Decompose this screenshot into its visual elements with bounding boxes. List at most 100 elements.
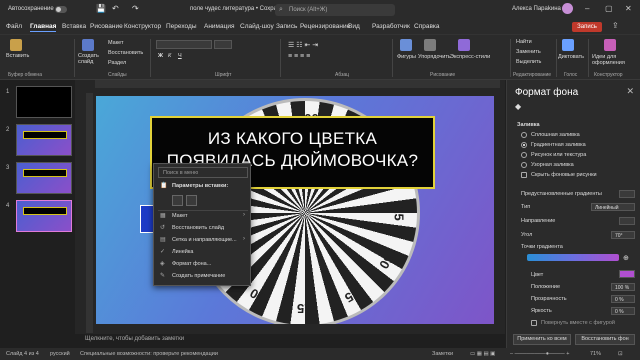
paste-options-icon: 📋: [160, 183, 168, 189]
radio-gradient[interactable]: [521, 142, 527, 148]
paste-button[interactable]: Вставить: [6, 53, 29, 59]
fill-section-label[interactable]: Заливка: [517, 122, 540, 128]
menu-tab-1[interactable]: Главная: [30, 23, 57, 32]
designer-icon[interactable]: [604, 39, 616, 51]
group-drawing: Рисование: [430, 72, 456, 78]
select-button[interactable]: Выделить: [516, 59, 541, 65]
angle-field[interactable]: 70°: [611, 231, 635, 239]
arrange-icon[interactable]: [424, 39, 436, 51]
shapes-icon[interactable]: [400, 39, 412, 51]
redo-icon[interactable]: ↷: [132, 4, 139, 13]
user-name[interactable]: Алекса Параkина: [512, 6, 561, 12]
arrange-button[interactable]: Упорядочить: [418, 54, 451, 60]
brightness-field[interactable]: 0 %: [611, 307, 635, 315]
menu-tab-3[interactable]: Рисование: [90, 23, 123, 30]
dictate-button[interactable]: Диктовать: [558, 54, 584, 60]
menu-tab-8[interactable]: Запись: [276, 23, 297, 30]
direction-dropdown[interactable]: [619, 217, 635, 225]
language[interactable]: русский: [50, 351, 70, 357]
color-picker[interactable]: [619, 270, 635, 278]
transparency-field[interactable]: 0 %: [611, 295, 635, 303]
preset-gradients-dropdown[interactable]: [619, 190, 635, 198]
underline-button[interactable]: Ч: [178, 53, 182, 59]
bold-button[interactable]: Ж: [158, 53, 163, 59]
menu-tab-12[interactable]: Справка: [414, 23, 440, 30]
menu-item-ruler[interactable]: Линейка: [172, 249, 193, 255]
undo-icon[interactable]: ↶: [112, 4, 119, 13]
radio-solid[interactable]: [521, 132, 527, 138]
reset-button[interactable]: Восстановить: [108, 50, 143, 56]
shapes-button[interactable]: Фигуры: [397, 54, 416, 60]
gradient-stops-label: Точки градиента: [521, 244, 563, 250]
avatar[interactable]: [562, 3, 573, 14]
share-icon[interactable]: ⇪: [612, 21, 619, 30]
menu-item-layout[interactable]: Макет: [172, 213, 188, 219]
notes-button[interactable]: Заметки: [432, 351, 453, 357]
gradient-stops-bar[interactable]: [527, 254, 619, 261]
menu-tab-7[interactable]: Слайд-шоу: [240, 23, 274, 30]
paste-options-label: Параметры вставки:: [172, 183, 229, 189]
menu-tab-2[interactable]: Вставка: [62, 23, 86, 30]
quick-styles-icon[interactable]: [458, 39, 470, 51]
replace-button[interactable]: Заменить: [516, 49, 541, 55]
view-icons[interactable]: ▭ ▦ ▤ ▣: [470, 351, 495, 357]
section-button[interactable]: Раздел: [108, 60, 126, 66]
context-menu-search[interactable]: Поиск в меню: [158, 167, 248, 178]
type-dropdown[interactable]: Линейный: [591, 203, 635, 211]
menu-item-reset-slide[interactable]: Восстановить слайд: [172, 225, 224, 231]
paste-icon[interactable]: [10, 39, 22, 51]
reset-background-button[interactable]: Восстановить фон: [575, 334, 635, 345]
zoom-level[interactable]: 71%: [590, 351, 601, 357]
record-button[interactable]: Запись: [572, 22, 602, 32]
menu-tab-11[interactable]: Разработчик: [372, 23, 410, 30]
radio-pattern[interactable]: [521, 162, 527, 168]
search-box[interactable]: ⌕ Поиск (Alt+Ж): [275, 4, 395, 16]
find-button[interactable]: Найти: [516, 39, 532, 45]
quick-styles-button[interactable]: Экспресс-стили: [450, 54, 490, 60]
paste-keep-source-icon[interactable]: [172, 195, 183, 206]
italic-button[interactable]: К: [168, 53, 171, 59]
paste-picture-icon[interactable]: [186, 195, 197, 206]
minimize-icon[interactable]: –: [585, 4, 589, 13]
checkbox-rotate[interactable]: [531, 320, 537, 326]
designer-button[interactable]: Идеи для оформления: [592, 54, 636, 66]
accessibility[interactable]: Специальные возможности: проверьте реком…: [80, 351, 218, 357]
align-icon[interactable]: ≡ ≡ ≡ ≡: [288, 53, 310, 60]
menu-tab-5[interactable]: Переходы: [166, 23, 197, 30]
font-name-field[interactable]: [156, 40, 212, 49]
close-icon[interactable]: ✕: [625, 4, 632, 13]
menu-tab-10[interactable]: Вид: [348, 23, 360, 30]
autosave-toggle[interactable]: [55, 6, 67, 13]
menu-item-format-background[interactable]: Формат фона...: [172, 261, 211, 267]
menu-tab-4[interactable]: Конструктор: [124, 23, 161, 30]
thumbnail-4[interactable]: 4: [6, 200, 72, 232]
menu-item-grid[interactable]: Сетка и направляющие...: [172, 237, 237, 243]
preset-gradients-label: Предустановленные градиенты: [521, 191, 602, 197]
new-slide-icon[interactable]: [82, 39, 94, 51]
notes-area[interactable]: Щелкните, чтобы добавить заметки: [75, 334, 505, 346]
position-field[interactable]: 100 %: [611, 283, 635, 291]
font-size-field[interactable]: [214, 40, 232, 49]
bullets-icon[interactable]: ☰ ☷ ⇤ ⇥: [288, 41, 318, 49]
menu-item-new-comment[interactable]: Создать примечание: [172, 273, 225, 279]
fill-bucket-icon[interactable]: ◆: [515, 102, 521, 111]
menu-tab-9[interactable]: Рецензирование: [300, 23, 350, 30]
group-voice: Голос: [564, 72, 578, 78]
add-stop-icon[interactable]: ⊕: [623, 254, 629, 262]
thumbnail-2[interactable]: 2: [6, 124, 72, 156]
zoom-slider[interactable]: – ────────●──── +: [510, 351, 569, 357]
new-slide-button[interactable]: Создать слайд: [78, 53, 102, 65]
dictate-icon[interactable]: [562, 39, 574, 51]
thumbnail-1[interactable]: 1: [6, 86, 72, 118]
thumbnail-3[interactable]: 3: [6, 162, 72, 194]
fit-slide-icon[interactable]: ⊡: [618, 351, 623, 357]
checkbox-hide-bg[interactable]: [521, 172, 527, 178]
layout-button[interactable]: Макет: [108, 40, 124, 46]
save-icon[interactable]: 💾: [96, 4, 106, 13]
menu-tab-6[interactable]: Анимация: [204, 23, 235, 30]
radio-picture[interactable]: [521, 152, 527, 158]
close-pane-icon[interactable]: ✕: [626, 86, 634, 97]
menu-tab-0[interactable]: Файл: [6, 23, 22, 30]
maximize-icon[interactable]: ▢: [605, 4, 613, 13]
apply-all-button[interactable]: Применить ко всем: [513, 334, 571, 345]
